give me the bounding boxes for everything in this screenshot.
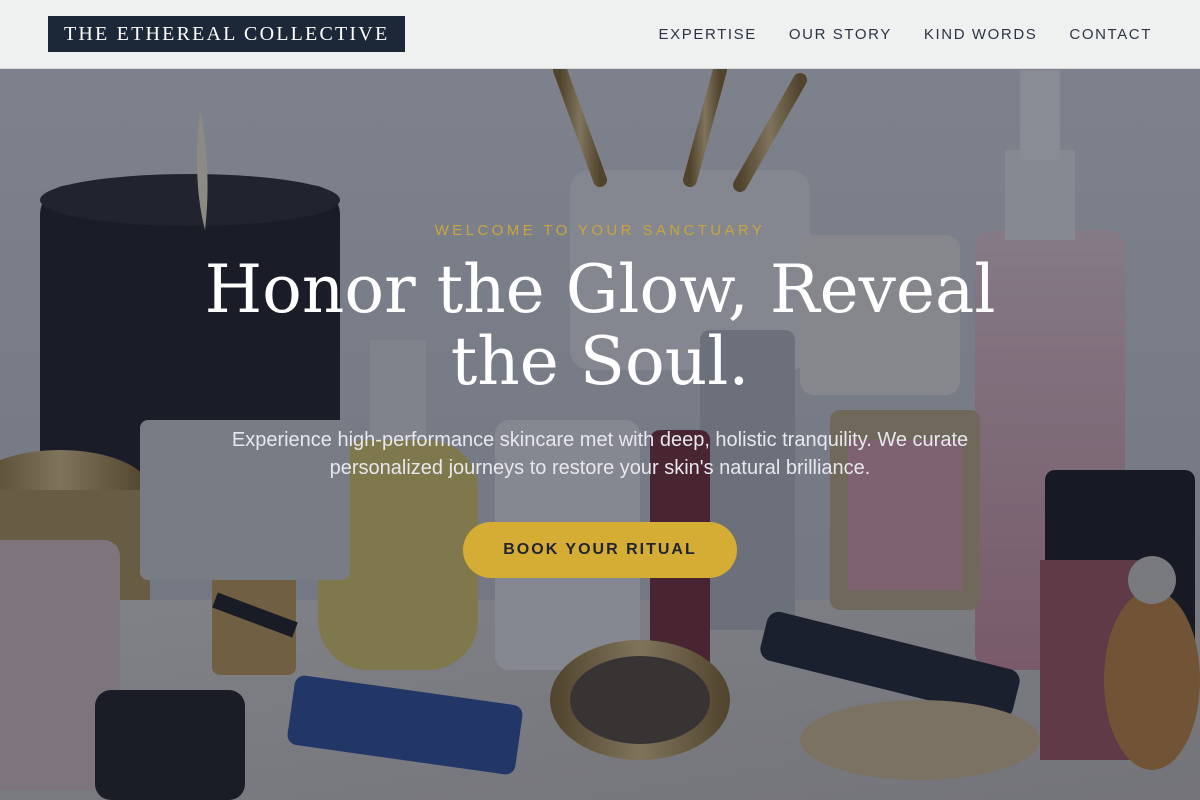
nav-contact[interactable]: CONTACT: [1069, 26, 1152, 43]
book-ritual-button[interactable]: BOOK YOUR RITUAL: [463, 522, 737, 578]
hero-headline: Honor the Glow, Reveal the Soul.: [204, 251, 996, 400]
site-header: THE ETHEREAL COLLECTIVE EXPERTISE OUR ST…: [0, 0, 1200, 69]
main-nav: EXPERTISE OUR STORY KIND WORDS CONTACT: [659, 26, 1152, 43]
hero-eyebrow: WELCOME TO YOUR SANCTUARY: [434, 222, 766, 239]
brand-logo[interactable]: THE ETHEREAL COLLECTIVE: [48, 16, 406, 52]
hero-description: Experience high-performance skincare met…: [231, 429, 969, 479]
hero-section: WELCOME TO YOUR SANCTUARY Honor the Glow…: [0, 69, 1200, 800]
nav-kind-words[interactable]: KIND WORDS: [924, 26, 1038, 43]
nav-our-story[interactable]: OUR STORY: [789, 26, 892, 43]
nav-expertise[interactable]: EXPERTISE: [659, 26, 757, 43]
